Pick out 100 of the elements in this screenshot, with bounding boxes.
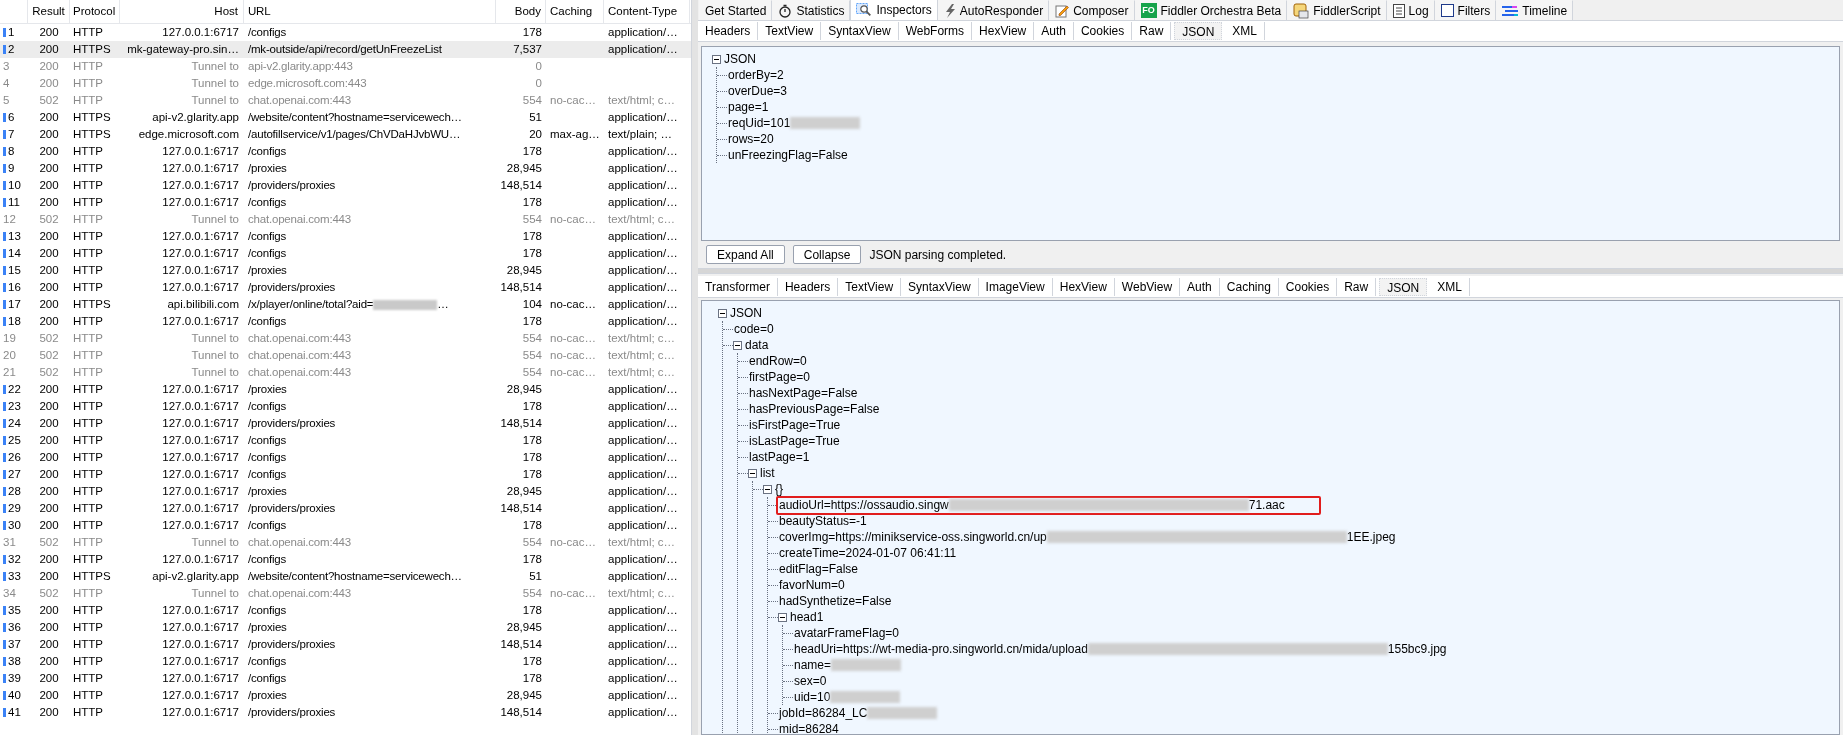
tree-node[interactable]: favorNum=0 (778, 576, 845, 594)
session-row[interactable]: 14 200 HTTP 127.0.0.1:6717 /configs 178 application/… (0, 245, 691, 262)
tree-row[interactable]: head1 (768, 609, 1839, 625)
session-row[interactable]: 25 200 HTTP 127.0.0.1:6717 /configs 178 application/… (0, 432, 691, 449)
tree-node[interactable]: 1EE.jpeg (1346, 528, 1396, 546)
session-row[interactable]: 9 200 HTTP 127.0.0.1:6717 /proxies 28,945 application/… (0, 160, 691, 177)
toolbar-button[interactable]: Expand All (706, 245, 785, 264)
inspector-subtab[interactable]: ImageView (978, 277, 1053, 296)
tree-node[interactable]: avatarFrameFlag=0 (793, 624, 900, 642)
session-row[interactable]: 30 200 HTTP 127.0.0.1:6717 /configs 178 application/… (0, 517, 691, 534)
inspector-tab[interactable]: Composer (1049, 0, 1135, 20)
session-row[interactable]: 23 200 HTTP 127.0.0.1:6717 /configs 178 application/… (0, 398, 691, 415)
tree-row[interactable]: jobId=86284_LC (768, 705, 1839, 721)
column-header[interactable]: URL (244, 0, 496, 23)
tree-node[interactable]: jobId=86284_LC (778, 704, 868, 722)
session-row[interactable]: 36 200 HTTP 127.0.0.1:6717 /proxies 28,945 application/… (0, 619, 691, 636)
session-row[interactable]: 19 502 HTTP Tunnel to chat.openai.com:443 554 no-cac… text/html; c… (0, 330, 691, 347)
inspector-subtab[interactable]: SyntaxView (821, 22, 899, 40)
column-header[interactable]: Host (120, 0, 244, 23)
session-row[interactable]: 28 200 HTTP 127.0.0.1:6717 /proxies 28,945 application/… (0, 483, 691, 500)
tree-node[interactable]: overDue=3 (727, 82, 788, 100)
tree-node[interactable]: {} (774, 480, 783, 498)
inspector-subtab[interactable]: Cookies (1073, 22, 1133, 40)
tree-node[interactable]: head1 (789, 608, 824, 626)
session-row[interactable]: 2 200 HTTPS mk-gateway-pro.sin… /mk-outside/api/record/getUnFreezeList 7,537 application/… (0, 41, 691, 58)
tree-node[interactable]: name= (793, 656, 832, 674)
session-row[interactable]: 35 200 HTTP 127.0.0.1:6717 /configs 178 application/… (0, 602, 691, 619)
inspector-subtab[interactable]: HexView (972, 22, 1035, 40)
session-row[interactable]: 38 200 HTTP 127.0.0.1:6717 /configs 178 application/… (0, 653, 691, 670)
tree-node[interactable]: headUri=https://wt-media-pro.singworld.cn/mida/upload (793, 640, 1088, 658)
session-row[interactable]: 17 200 HTTPS api.bilibili.com /x/player/online/total?aid= … 104 no-cac… application/… (0, 296, 691, 313)
session-row[interactable]: 26 200 HTTP 127.0.0.1:6717 /configs 178 application/… (0, 449, 691, 466)
tree-node[interactable]: list (759, 464, 775, 482)
session-row[interactable]: 29 200 HTTP 127.0.0.1:6717 /providers/proxies 148,514 application/… (0, 500, 691, 517)
column-header[interactable]: Caching (546, 0, 604, 23)
inspector-tab[interactable]: Timeline (1496, 0, 1574, 20)
column-header[interactable]: Content-Type (604, 0, 690, 23)
collapse-icon[interactable] (778, 612, 787, 622)
inspector-subtab[interactable]: XML (1225, 22, 1265, 40)
inspector-subtab[interactable]: JSON (1379, 277, 1428, 296)
inspector-subtab[interactable]: Headers (777, 277, 839, 296)
session-row[interactable]: 31 502 HTTP Tunnel to chat.openai.com:443 554 no-cac… text/html; c… (0, 534, 691, 551)
tree-node[interactable]: editFlag=False (778, 560, 859, 578)
inspector-subtab[interactable]: WebView (1114, 277, 1181, 296)
session-row[interactable]: 21 502 HTTP Tunnel to chat.openai.com:443 554 no-cac… text/html; c… (0, 364, 691, 381)
session-row[interactable]: 12 502 HTTP Tunnel to chat.openai.com:443 554 no-cac… text/html; c… (0, 211, 691, 228)
column-header[interactable]: Protocol (70, 0, 120, 23)
tree-node[interactable]: code=0 (733, 320, 774, 338)
column-header[interactable]: Result (28, 0, 70, 23)
inspector-subtab[interactable]: HexView (1052, 277, 1115, 296)
inspector-subtab[interactable]: SyntaxView (901, 277, 979, 296)
tree-node[interactable]: reqUid=101 (727, 114, 791, 132)
tree-row[interactable]: favorNum=0 (768, 577, 1839, 593)
session-row[interactable]: 16 200 HTTP 127.0.0.1:6717 /providers/proxies 148,514 application/… (0, 279, 691, 296)
inspector-subtab[interactable]: Auth (1034, 22, 1074, 40)
collapse-icon[interactable] (712, 54, 721, 64)
inspector-subtab[interactable]: TextView (758, 22, 822, 40)
tree-node[interactable]: mid=86284 (778, 720, 839, 734)
session-row[interactable]: 3 200 HTTP Tunnel to api-v2.glarity.app:443 0 (0, 58, 691, 75)
tree-node[interactable]: JSON (729, 304, 762, 322)
tree-node[interactable]: firstPage=0 (748, 368, 811, 386)
tree-node[interactable]: createTime=2024-01-07 06:41:11 (778, 544, 957, 562)
inspector-subtab[interactable]: TextView (838, 277, 902, 296)
tree-node[interactable]: 155bc9.jpg (1387, 640, 1447, 658)
inspector-subtab[interactable]: JSON (1174, 22, 1223, 40)
inspector-tab[interactable]: AutoResponder (937, 0, 1050, 20)
tree-node[interactable]: hasPreviousPage=False (748, 400, 880, 418)
session-row[interactable]: 33 200 HTTPS api-v2.glarity.app /website/content?hostname=servicewech… 51 application/… (0, 568, 691, 585)
inspector-subtab[interactable]: Cookies (1278, 277, 1338, 296)
inspector-subtab[interactable]: Transformer (698, 277, 778, 296)
tree-row[interactable]: mid=86284 (768, 721, 1839, 734)
inspector-subtab[interactable]: Headers (698, 22, 759, 40)
session-row[interactable]: 7 200 HTTPS edge.microsoft.com /autofillservice/v1/pages/ChVDaHJvbWU… 20 max-ag… text/plain; … (0, 126, 691, 143)
collapse-icon[interactable] (718, 308, 727, 318)
session-row[interactable]: 8 200 HTTP 127.0.0.1:6717 /configs 178 application/… (0, 143, 691, 160)
tree-node[interactable]: 71.aac (1248, 496, 1285, 514)
tree-node[interactable]: coverImg=https://minikservice-oss.singworld.cn/up (778, 528, 1047, 546)
inspector-subtab[interactable]: Caching (1219, 277, 1279, 296)
tree-node[interactable]: hasNextPage=False (748, 384, 858, 402)
inspector-subtab[interactable]: XML (1430, 277, 1470, 296)
session-row[interactable]: 13 200 HTTP 127.0.0.1:6717 /configs 178 application/… (0, 228, 691, 245)
tree-node[interactable]: rows=20 (727, 130, 774, 148)
tree-node[interactable]: unFreezingFlag=False (727, 146, 848, 164)
inspector-subtab[interactable]: Auth (1180, 277, 1220, 296)
inspector-tab[interactable]: Get Started (699, 0, 773, 20)
tree-row[interactable]: beautyStatus=-1 (768, 513, 1839, 529)
session-row[interactable]: 27 200 HTTP 127.0.0.1:6717 /configs 178 application/… (0, 466, 691, 483)
tree-node[interactable]: beautyStatus=-1 (778, 512, 867, 530)
inspector-subtab[interactable]: Raw (1337, 277, 1377, 296)
tree-node[interactable]: data (744, 336, 769, 354)
toolbar-button[interactable]: Collapse (792, 245, 862, 264)
session-row[interactable]: 40 200 HTTP 127.0.0.1:6717 /proxies 28,945 application/… (0, 687, 691, 704)
session-row[interactable]: 11 200 HTTP 127.0.0.1:6717 /configs 178 application/… (0, 194, 691, 211)
session-row[interactable]: 22 200 HTTP 127.0.0.1:6717 /proxies 28,945 application/… (0, 381, 691, 398)
session-row[interactable]: 10 200 HTTP 127.0.0.1:6717 /providers/proxies 148,514 application/… (0, 177, 691, 194)
session-row[interactable]: 4 200 HTTP Tunnel to edge.microsoft.com:443 0 (0, 75, 691, 92)
tree-row[interactable]: coverImg=https://minikservice-oss.singworld.cn/up 1EE.jpeg (768, 529, 1839, 545)
inspector-tab[interactable]: FO Fiddler Orchestra Beta (1134, 0, 1288, 20)
inspector-subtab[interactable]: WebForms (898, 22, 973, 40)
tree-row[interactable]: editFlag=False (768, 561, 1839, 577)
